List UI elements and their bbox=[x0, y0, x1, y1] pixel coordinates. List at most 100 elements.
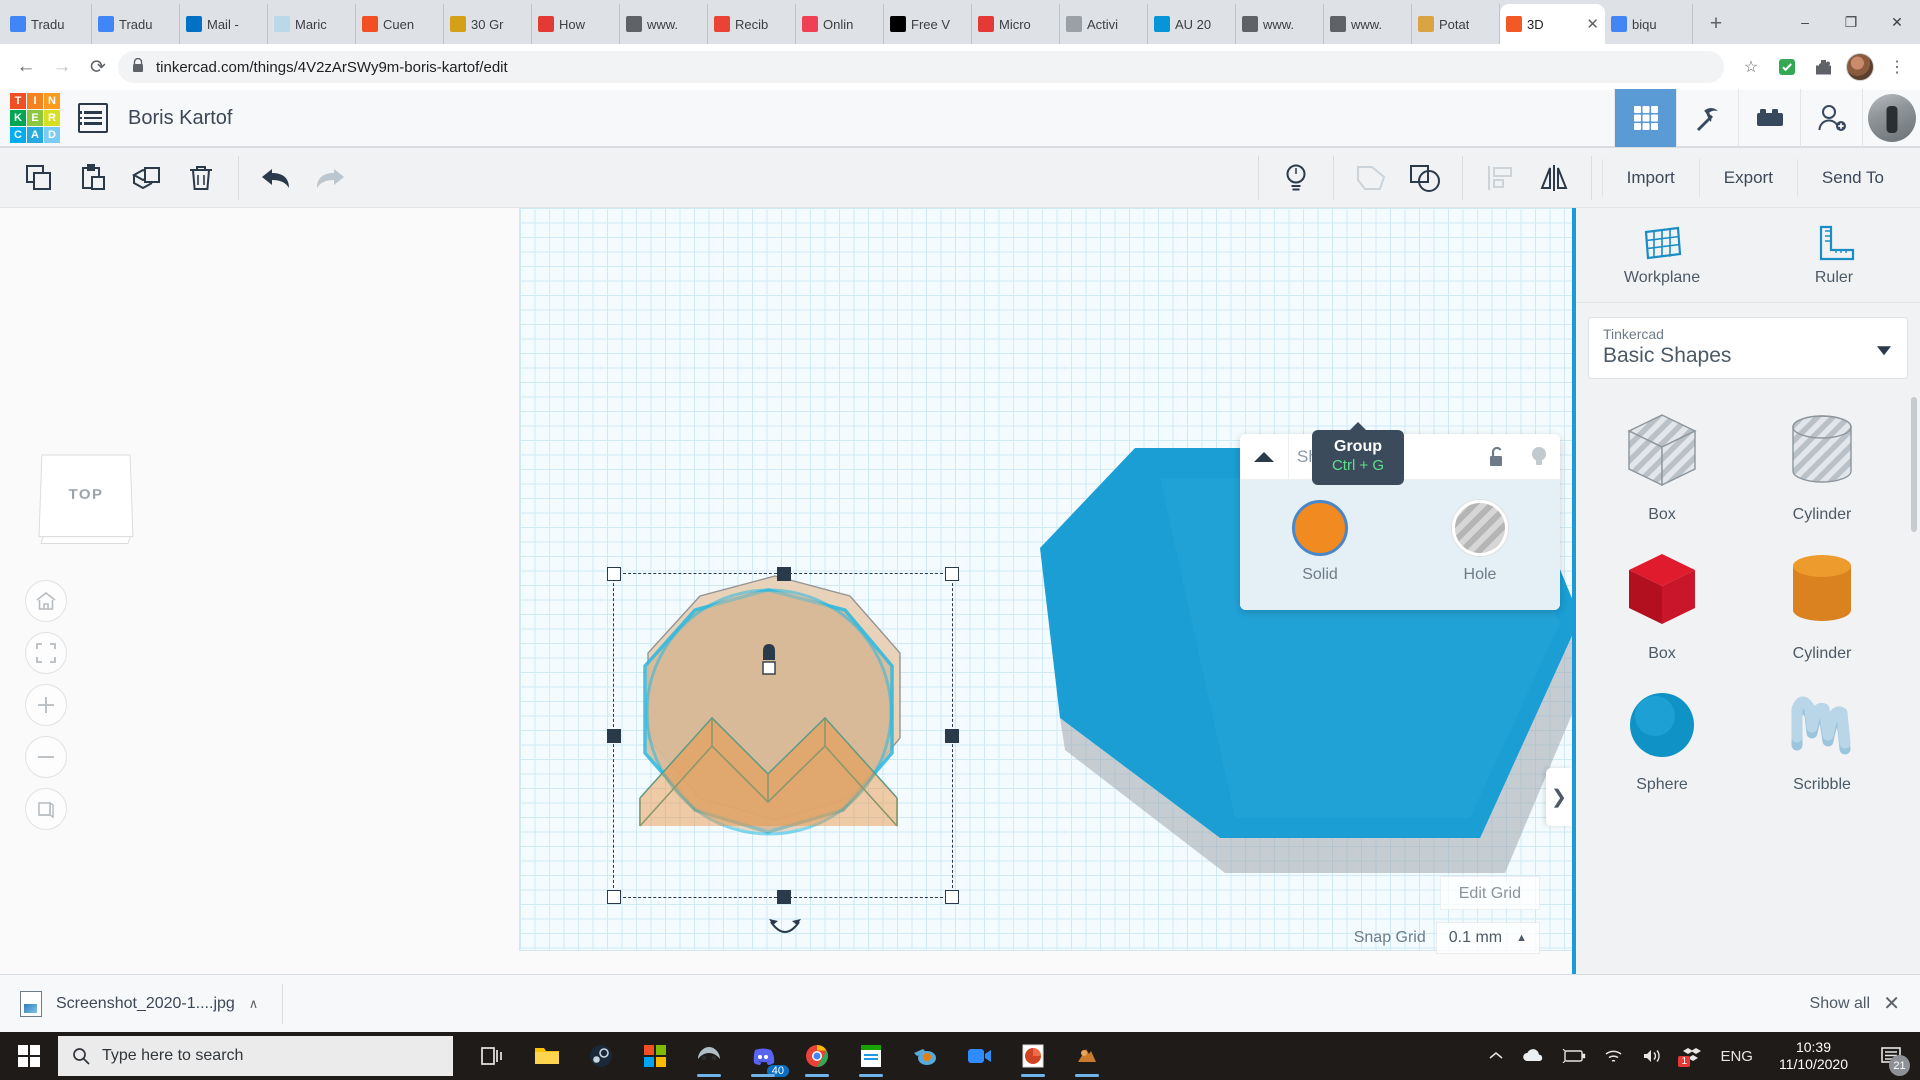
resize-handle-bc[interactable] bbox=[777, 890, 791, 904]
zoom-out-icon[interactable] bbox=[25, 736, 67, 778]
unlock-icon[interactable] bbox=[1476, 446, 1518, 468]
browser-tab[interactable]: www. bbox=[1324, 4, 1412, 44]
browser-tab[interactable]: biqu bbox=[1605, 4, 1693, 44]
close-downloads-bar-button[interactable]: ✕ bbox=[1883, 991, 1900, 1016]
minimize-button[interactable]: – bbox=[1782, 0, 1828, 44]
close-window-button[interactable]: ✕ bbox=[1874, 0, 1920, 44]
lego-brick-icon[interactable] bbox=[1738, 89, 1800, 147]
send-to-button[interactable]: Send To bbox=[1797, 159, 1908, 197]
paste-icon[interactable] bbox=[66, 154, 120, 202]
show-hidden-icons-icon[interactable] bbox=[1488, 1050, 1504, 1062]
user-avatar[interactable] bbox=[1862, 89, 1920, 147]
blocks-grid-icon[interactable] bbox=[1614, 89, 1676, 147]
powerpoint-icon[interactable] bbox=[1011, 1034, 1055, 1078]
alienware-icon[interactable] bbox=[687, 1034, 731, 1078]
resize-handle-bl[interactable] bbox=[607, 890, 621, 904]
browser-tab[interactable]: www. bbox=[620, 4, 708, 44]
tinkercad-logo[interactable]: TINKERCAD bbox=[10, 93, 60, 143]
search-input[interactable]: Type here to search bbox=[58, 1036, 453, 1076]
browser-tab[interactable]: 30 Gr bbox=[444, 4, 532, 44]
browser-tab[interactable]: Maric bbox=[268, 4, 356, 44]
align-icon[interactable] bbox=[1473, 154, 1527, 202]
lightbulb-icon[interactable] bbox=[1518, 446, 1560, 468]
browser-tab[interactable]: Mail - bbox=[180, 4, 268, 44]
forward-button[interactable]: → bbox=[46, 51, 78, 83]
group-icon[interactable] bbox=[1344, 154, 1398, 202]
onedrive-icon[interactable] bbox=[1522, 1049, 1544, 1063]
task-view-icon[interactable] bbox=[471, 1034, 515, 1078]
browser-tab[interactable]: Cuen bbox=[356, 4, 444, 44]
shape-item-box-hole[interactable]: Box bbox=[1582, 399, 1742, 538]
browser-tab-active[interactable]: 3D✕ bbox=[1500, 4, 1605, 44]
browser-tab[interactable]: Free V bbox=[884, 4, 972, 44]
back-button[interactable]: ← bbox=[10, 51, 42, 83]
chevron-up-icon[interactable] bbox=[1240, 451, 1288, 463]
shape-option-solid[interactable]: Solid bbox=[1260, 500, 1380, 584]
file-explorer-icon[interactable] bbox=[525, 1034, 569, 1078]
shapes-scrollbar[interactable] bbox=[1911, 397, 1917, 532]
lightbulb-icon[interactable] bbox=[1269, 154, 1323, 202]
resize-handle-mr[interactable] bbox=[945, 729, 959, 743]
resize-handle-br[interactable] bbox=[945, 890, 959, 904]
volume-icon[interactable] bbox=[1642, 1048, 1664, 1064]
mirror-icon[interactable] bbox=[1527, 154, 1581, 202]
shape-option-hole[interactable]: Hole bbox=[1420, 500, 1540, 584]
delete-icon[interactable] bbox=[174, 154, 228, 202]
page-title[interactable]: Boris Kartof bbox=[128, 107, 232, 130]
shape-item-cylinder-hole[interactable]: Cylinder bbox=[1742, 399, 1902, 538]
browser-tab[interactable]: Tradu bbox=[4, 4, 92, 44]
start-button[interactable] bbox=[0, 1032, 58, 1080]
browser-tab[interactable]: Potat bbox=[1412, 4, 1500, 44]
wifi-icon[interactable] bbox=[1604, 1048, 1624, 1064]
zoom-in-icon[interactable] bbox=[25, 684, 67, 726]
chevron-down-icon[interactable] bbox=[1877, 346, 1891, 355]
libreoffice-icon[interactable] bbox=[849, 1034, 893, 1078]
browser-tab[interactable]: AU 20 bbox=[1148, 4, 1236, 44]
url-input[interactable]: tinkercad.com/things/4V2zArSWy9m-boris-k… bbox=[118, 51, 1724, 83]
ortho-perspective-icon[interactable] bbox=[25, 788, 67, 830]
browser-tab[interactable]: Activi bbox=[1060, 4, 1148, 44]
resize-handle-tr[interactable] bbox=[945, 567, 959, 581]
browser-tab[interactable]: Onlin bbox=[796, 4, 884, 44]
browser-tab[interactable]: www. bbox=[1236, 4, 1324, 44]
star-icon[interactable]: ☆ bbox=[1738, 54, 1764, 80]
snap-grid-select[interactable]: 0.1 mm ▲ bbox=[1436, 922, 1540, 954]
dropbox-icon[interactable]: 1 bbox=[1682, 1047, 1702, 1065]
rotate-handle-icon[interactable] bbox=[768, 918, 802, 944]
shape-item-cylinder-orange[interactable]: Cylinder bbox=[1742, 538, 1902, 677]
action-center-button[interactable]: 21 bbox=[1874, 1039, 1908, 1073]
maximize-button[interactable]: ❐ bbox=[1828, 0, 1874, 44]
redo-icon[interactable] bbox=[303, 154, 357, 202]
shape-item-scribble[interactable]: Scribble bbox=[1742, 677, 1902, 808]
chrome-profile-avatar[interactable] bbox=[1846, 53, 1874, 81]
clock[interactable]: 10:39 11/10/2020 bbox=[1771, 1039, 1856, 1074]
view-cube[interactable]: TOP bbox=[32, 448, 140, 553]
duplicate-icon[interactable] bbox=[120, 154, 174, 202]
ungroup-icon[interactable] bbox=[1398, 154, 1452, 202]
chrome-menu-icon[interactable]: ⋮ bbox=[1884, 54, 1910, 80]
view-cube-top-face[interactable]: TOP bbox=[38, 455, 133, 538]
panel-collapse-toggle[interactable]: ❯ bbox=[1546, 768, 1572, 826]
steam-icon[interactable] bbox=[579, 1034, 623, 1078]
blender-icon[interactable] bbox=[903, 1034, 947, 1078]
sidebar-item-ruler[interactable]: Ruler bbox=[1748, 208, 1920, 302]
browser-tab[interactable]: Recib bbox=[708, 4, 796, 44]
3d-canvas[interactable]: TOP bbox=[0, 208, 1572, 990]
add-person-icon[interactable] bbox=[1800, 89, 1862, 147]
store-icon[interactable] bbox=[633, 1034, 677, 1078]
sidebar-item-workplane[interactable]: Workplane bbox=[1576, 208, 1748, 302]
edit-grid-button[interactable]: Edit Grid bbox=[1440, 876, 1540, 910]
zoom-icon[interactable] bbox=[957, 1034, 1001, 1078]
discord-icon[interactable]: 40 bbox=[741, 1034, 785, 1078]
tinkercad-icon[interactable] bbox=[1065, 1034, 1109, 1078]
browser-tab[interactable]: Tradu bbox=[92, 4, 180, 44]
shape-item-box-red[interactable]: Box bbox=[1582, 538, 1742, 677]
copy-icon[interactable] bbox=[12, 154, 66, 202]
home-icon[interactable] bbox=[25, 580, 67, 622]
pickaxe-icon[interactable] bbox=[1676, 89, 1738, 147]
resize-handle-ml[interactable] bbox=[607, 729, 621, 743]
new-tab-button[interactable]: + bbox=[1699, 7, 1733, 41]
battery-icon[interactable] bbox=[1562, 1049, 1586, 1063]
browser-tab[interactable]: Micro bbox=[972, 4, 1060, 44]
hole-swatch[interactable] bbox=[1452, 500, 1508, 556]
